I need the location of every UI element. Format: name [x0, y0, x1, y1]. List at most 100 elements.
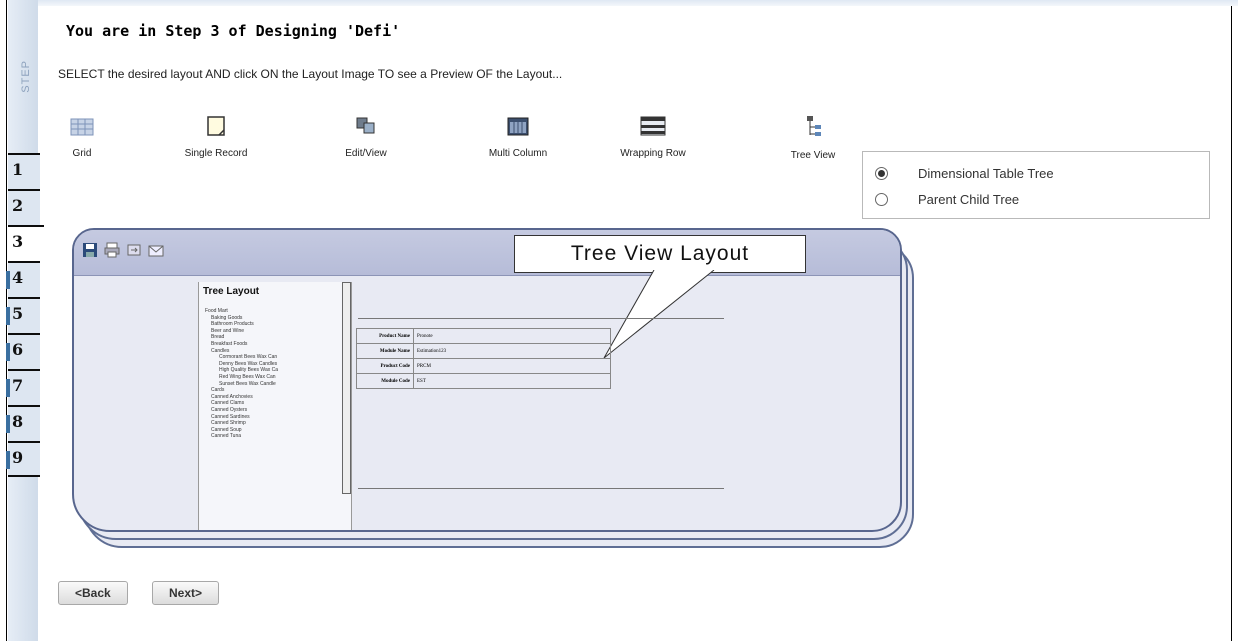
export-icon	[127, 244, 141, 256]
layout-option-multi-column[interactable]: Multi Column	[478, 115, 558, 159]
layout-label: Wrapping Row	[620, 148, 686, 159]
tab-notch	[6, 343, 10, 361]
preview-callout: Tree View Layout	[514, 235, 806, 273]
preview-detail-table: Product Name Pronote Module Name Estimatio…	[356, 328, 611, 389]
preview-tree-scrollbar	[342, 282, 351, 494]
radio-unselected-icon[interactable]	[875, 193, 888, 206]
field-value: PRCM	[413, 358, 611, 374]
step-tab-label: 5	[12, 304, 24, 323]
edit-view-icon	[356, 117, 375, 134]
tree-node: Cards	[211, 387, 225, 394]
preview-divider	[358, 488, 724, 489]
field-key: Module Name	[356, 343, 414, 359]
preview-tool-icons	[82, 242, 164, 258]
tree-node: Canned Clams	[211, 400, 245, 407]
tree-node: Baking Goods	[211, 314, 243, 321]
print-icon	[104, 242, 120, 258]
tree-node: High Quality Bees Wax Ca	[219, 367, 279, 374]
radio-label: Parent Child Tree	[918, 192, 1020, 207]
field-key: Product Code	[356, 358, 414, 374]
layout-label: Multi Column	[488, 148, 548, 159]
step-tab-label: 4	[12, 268, 24, 287]
tree-node: Canned Anchovies	[211, 393, 253, 400]
tree-type-options: Dimensional Table Tree Parent Child Tree	[862, 151, 1210, 219]
step-tab-label: 9	[12, 448, 24, 467]
preview-toolbar: Tree View Layout	[74, 230, 900, 359]
tree-node: Denny Bees Wax Candles	[219, 360, 278, 367]
step-tab-2[interactable]: 2	[8, 189, 40, 225]
step-tabs: 1 2 3 4 5 6 7 8 9	[6, 153, 44, 477]
page-title: You are in Step 3 of Designing 'Defi'	[66, 22, 401, 40]
radio-selected-icon[interactable]	[875, 167, 888, 180]
preview-divider	[358, 318, 724, 319]
single-record-icon	[207, 116, 225, 136]
tree-node: Bathroom Products	[211, 321, 254, 328]
tree-node: Sunset Bees Wax Candle	[219, 380, 276, 387]
layout-label: Tree View	[790, 150, 836, 161]
step-tab-4[interactable]: 4	[6, 261, 40, 297]
field-key: Module Code	[356, 373, 414, 389]
layout-option-wrapping-row[interactable]: Wrapping Row	[608, 115, 698, 159]
tab-notch	[6, 379, 10, 397]
step-tab-3[interactable]: 3	[8, 225, 44, 261]
layout-preview[interactable]: Tree View Layout Tree Layout Food Mart B…	[72, 228, 914, 548]
layout-option-edit-view[interactable]: Edit/View	[338, 115, 394, 159]
back-button[interactable]: <Back	[58, 581, 128, 605]
tree-node: Canned Soup	[211, 426, 242, 433]
step-tab-label: 3	[12, 232, 24, 251]
step-tab-label: 8	[12, 412, 24, 431]
step-tab-6[interactable]: 6	[6, 333, 40, 369]
tab-notch	[6, 415, 10, 433]
tab-notch	[6, 307, 10, 325]
tab-notch	[6, 451, 10, 469]
field-key: Product Name	[356, 328, 414, 344]
step-tab-1[interactable]: 1	[8, 153, 40, 189]
next-button[interactable]: Next>	[152, 581, 220, 605]
preview-tree-list: Food Mart Baking Goods Bathroom Products…	[205, 308, 278, 440]
layout-label: Grid	[72, 148, 92, 159]
preview-tree-panel: Tree Layout Food Mart Baking Goods Bathr…	[198, 282, 352, 530]
tab-notch	[6, 271, 10, 289]
tree-node: Breakfast Foods	[211, 340, 248, 347]
tree-node: Beer and Wine	[211, 327, 245, 334]
tree-node: Bread	[211, 334, 225, 341]
table-row: Product Code PRCM	[356, 358, 611, 374]
layout-label: Edit/View	[345, 148, 387, 159]
table-row: Module Code EST	[356, 373, 611, 389]
email-icon	[148, 245, 164, 257]
grid-icon	[70, 118, 94, 136]
radio-parent-child-tree[interactable]: Parent Child Tree	[875, 192, 1019, 207]
tree-node: Cormorant Bees Wax Can	[219, 354, 278, 361]
tree-node: Canned Tuna	[211, 433, 242, 440]
tree-node: Candles	[211, 347, 230, 354]
layout-option-single-record[interactable]: Single Record	[176, 115, 256, 159]
step-tab-8[interactable]: 8	[6, 405, 40, 441]
radio-dimensional-table-tree[interactable]: Dimensional Table Tree	[875, 166, 1054, 181]
step-tab-9[interactable]: 9	[6, 441, 40, 477]
field-value: EST	[413, 373, 611, 389]
radio-label: Dimensional Table Tree	[918, 166, 1054, 181]
step-tab-5[interactable]: 5	[6, 297, 40, 333]
field-value: Estimation123	[413, 343, 611, 359]
layout-option-grid[interactable]: Grid	[62, 115, 102, 159]
tree-node: Canned Sardines	[211, 413, 250, 420]
field-value: Pronote	[413, 328, 611, 344]
layout-label: Single Record	[184, 148, 248, 159]
tree-node: Food Mart	[205, 308, 228, 314]
multi-column-icon	[507, 117, 529, 136]
preview-card: Tree View Layout Tree Layout Food Mart B…	[72, 228, 902, 532]
table-row: Module Name Estimation123	[356, 343, 611, 359]
step-label: STEP	[20, 60, 32, 93]
preview-tree-title: Tree Layout	[203, 286, 260, 297]
tree-node: Red Wing Bees Wax Can	[219, 373, 276, 380]
step-tab-label: 1	[12, 160, 24, 179]
step-tab-label: 6	[12, 340, 24, 359]
tree-node: Canned Shrimp	[211, 420, 246, 427]
step-tab-7[interactable]: 7	[6, 369, 40, 405]
instruction-text: SELECT the desired layout AND click ON t…	[58, 67, 563, 81]
table-row: Product Name Pronote	[356, 328, 611, 344]
save-icon	[83, 243, 97, 257]
tree-node: Canned Oysters	[211, 406, 248, 413]
layout-option-tree-view[interactable]: Tree View	[780, 115, 846, 161]
wrapping-row-icon	[640, 116, 666, 136]
